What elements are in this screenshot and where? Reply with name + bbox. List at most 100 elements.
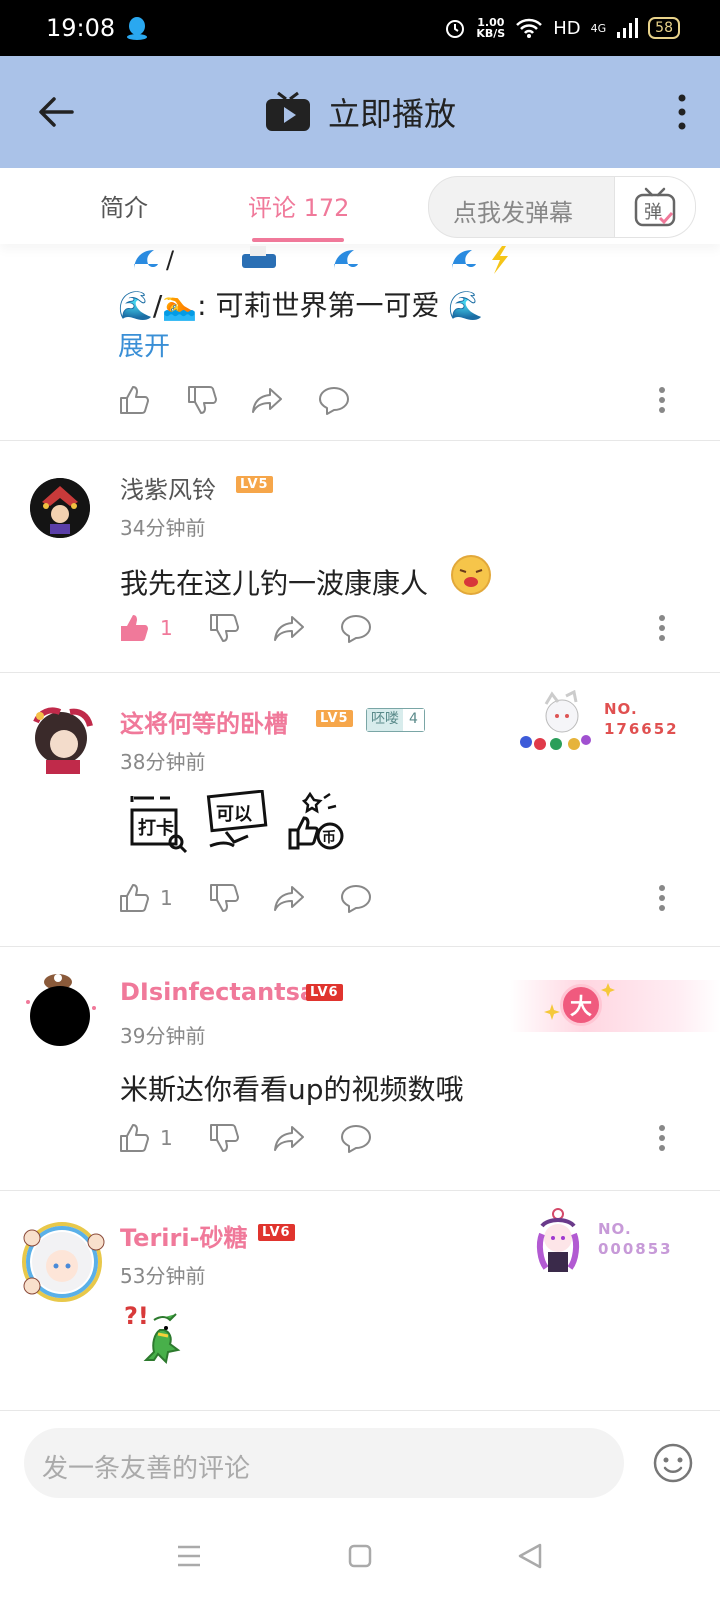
- like-icon-active[interactable]: [118, 612, 150, 644]
- like-icon[interactable]: [118, 1122, 150, 1154]
- svg-text:打卡: 打卡: [138, 817, 174, 839]
- like-count: 1: [160, 1126, 173, 1150]
- signal-label: 4G: [590, 21, 607, 35]
- comment-time: 38分钟前: [120, 750, 206, 774]
- level-badge: LV5: [236, 476, 273, 493]
- emoji-icon[interactable]: [652, 1442, 694, 1484]
- decoration-card[interactable]: NO. 000853: [528, 1206, 678, 1276]
- status-bar: 19:08 1.00 KB/S HD 4G 58: [0, 0, 720, 56]
- username[interactable]: DIsinfectantsa: [120, 978, 316, 1006]
- system-nav-bar: [0, 1520, 720, 1600]
- decoration-id: 176652: [604, 720, 679, 738]
- dislike-icon[interactable]: [208, 882, 240, 914]
- username[interactable]: 这将何等的卧槽: [120, 704, 288, 739]
- face-emoji-icon: [451, 555, 491, 595]
- home-icon[interactable]: [348, 1544, 372, 1568]
- share-icon[interactable]: [272, 1122, 306, 1154]
- decoration-no: NO.: [604, 700, 638, 718]
- avatar[interactable]: [20, 962, 100, 1046]
- tab-intro[interactable]: 简介: [100, 188, 148, 223]
- more-vert-icon[interactable]: [658, 386, 666, 414]
- danmaku-placeholder: 点我发弹幕: [453, 199, 573, 227]
- action-row: [0, 380, 720, 420]
- svg-text:/: /: [166, 246, 175, 274]
- dislike-icon[interactable]: [186, 384, 218, 416]
- comment-text: 米斯达你看看up的视频数哦: [120, 1073, 464, 1106]
- tv-icon: [265, 91, 310, 131]
- decoration-banner[interactable]: 大: [510, 980, 720, 1032]
- level-badge: LV6: [258, 1224, 295, 1241]
- battery-indicator: 58: [648, 17, 680, 39]
- title-wrap: 立即播放: [0, 56, 720, 168]
- action-row: 1: [0, 1118, 720, 1158]
- decoration-card[interactable]: NO. 176652: [516, 690, 706, 752]
- reply-icon[interactable]: [340, 612, 372, 644]
- like-count: 1: [160, 886, 173, 910]
- back-nav-icon[interactable]: [516, 1542, 544, 1570]
- username[interactable]: 浅紫风铃: [120, 470, 216, 505]
- menu-icon[interactable]: [176, 1544, 202, 1568]
- alarm-icon: [446, 20, 465, 38]
- decoration-id: 000853: [598, 1240, 673, 1258]
- svg-text:弹: 弹: [644, 202, 662, 223]
- status-time: 19:08: [46, 14, 116, 42]
- sticker-row: 打卡 可以 币: [126, 790, 356, 854]
- expand-link[interactable]: 展开: [118, 326, 170, 363]
- tab-bar: 简介 评论 172 点我发弹幕 弹: [0, 168, 720, 244]
- avatar[interactable]: [18, 1216, 108, 1306]
- divider: [0, 1190, 720, 1191]
- comment-input[interactable]: 发一条友善的评论: [24, 1428, 624, 1498]
- reply-icon[interactable]: [318, 384, 350, 416]
- like-icon[interactable]: [118, 384, 150, 416]
- decoration-character-icon: [536, 1208, 580, 1272]
- comment-text: 我先在这儿钓一波康康人: [120, 567, 429, 600]
- dislike-icon[interactable]: [208, 1122, 240, 1154]
- more-vert-icon[interactable]: [658, 614, 666, 642]
- wifi-icon: [516, 18, 543, 38]
- action-row: 1: [0, 878, 720, 918]
- hd-indicator: HD: [553, 17, 581, 39]
- signal-icon: [617, 18, 639, 38]
- dislike-icon[interactable]: [208, 612, 240, 644]
- sparkle-icon: [544, 983, 615, 1020]
- sticker-keyi: 可以: [206, 790, 268, 848]
- sticker-daka: 打卡: [130, 796, 188, 854]
- more-vert-icon[interactable]: [678, 94, 686, 130]
- more-vert-icon[interactable]: [658, 884, 666, 912]
- dragon-sticker-icon: ?!: [124, 1302, 181, 1365]
- top-bar: 立即播放: [0, 56, 720, 168]
- share-icon[interactable]: [272, 882, 306, 914]
- partial-comment-emoji-row: /: [120, 244, 540, 274]
- divider: [0, 672, 720, 673]
- sticker-coin: 币: [288, 791, 344, 850]
- back-arrow-icon[interactable]: [36, 92, 76, 132]
- divider: [0, 440, 720, 441]
- level-badge: LV6: [306, 984, 343, 1001]
- svg-text:可以: 可以: [216, 804, 252, 825]
- danmaku-input[interactable]: 点我发弹幕 弹: [428, 176, 696, 238]
- share-icon[interactable]: [250, 384, 284, 416]
- action-row: 1: [0, 608, 720, 648]
- partial-comment-text: 🌊/🏊: 可莉世界第一可爱 🌊: [118, 289, 484, 322]
- share-icon[interactable]: [272, 612, 306, 644]
- more-vert-icon[interactable]: [658, 1124, 666, 1152]
- reply-icon[interactable]: [340, 882, 372, 914]
- decoration-no: NO.: [598, 1220, 632, 1238]
- reply-icon[interactable]: [340, 1122, 372, 1154]
- divider: [0, 1410, 720, 1411]
- qq-icon: [127, 17, 147, 40]
- decoration-character-icon: [520, 690, 591, 750]
- svg-text:币: 币: [322, 830, 336, 846]
- like-icon[interactable]: [118, 882, 150, 914]
- comment-time: 39分钟前: [120, 1024, 206, 1048]
- tab-comments[interactable]: 评论 172: [248, 188, 349, 223]
- username[interactable]: Teriri-砂糖: [120, 1218, 248, 1253]
- svg-text:?!: ?!: [124, 1302, 149, 1330]
- comment-time: 53分钟前: [120, 1264, 206, 1288]
- comment-placeholder: 发一条友善的评论: [42, 1454, 251, 1484]
- avatar[interactable]: [30, 478, 90, 538]
- page-title: 立即播放: [327, 95, 456, 133]
- fan-badge: 呸喽 4: [366, 708, 425, 732]
- avatar[interactable]: [16, 692, 106, 782]
- danmaku-button[interactable]: 弹: [614, 177, 695, 237]
